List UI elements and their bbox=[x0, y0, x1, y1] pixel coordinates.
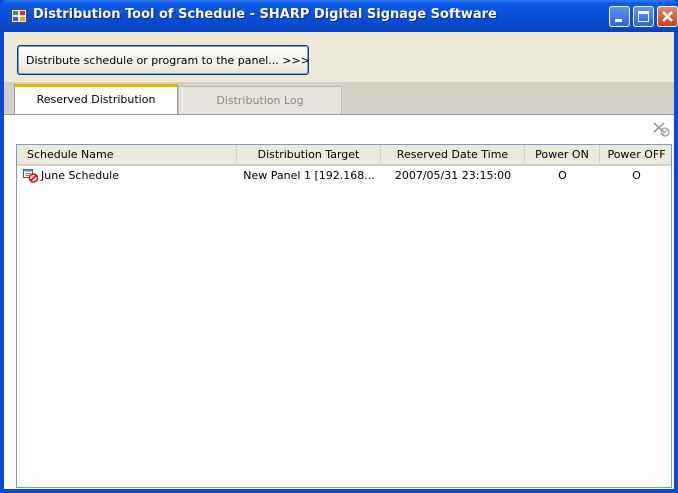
table-row[interactable]: June Schedule New Panel 1 [192.168... 20… bbox=[17, 167, 671, 185]
maximize-button[interactable] bbox=[633, 6, 654, 27]
reservation-list[interactable]: Schedule Name Distribution Target Reserv… bbox=[16, 144, 672, 488]
column-header-power-on[interactable]: Power ON bbox=[525, 145, 600, 164]
cell-reserved-date-time: 2007/05/31 23:15:00 bbox=[394, 169, 512, 182]
reserved-distribution-panel: Schedule Name Distribution Target Reserv… bbox=[4, 114, 674, 489]
minimize-button[interactable] bbox=[609, 6, 630, 27]
schedule-name-text: June Schedule bbox=[41, 169, 119, 182]
app-window: Distribution Tool of Schedule - SHARP Di… bbox=[0, 0, 678, 493]
app-icon[interactable] bbox=[11, 9, 27, 23]
distribute-button[interactable]: Distribute schedule or program to the pa… bbox=[17, 45, 310, 75]
title-bar[interactable]: Distribution Tool of Schedule - SHARP Di… bbox=[0, 0, 678, 32]
toolbar: Distribute schedule or program to the pa… bbox=[4, 32, 674, 80]
tab-distribution-log[interactable]: Distribution Log bbox=[178, 86, 342, 114]
cancel-reservation-icon[interactable] bbox=[652, 121, 670, 137]
minimize-icon bbox=[615, 19, 622, 22]
maximize-icon bbox=[638, 11, 649, 22]
client-area: Distribute schedule or program to the pa… bbox=[4, 32, 674, 489]
column-header-power-off[interactable]: Power OFF bbox=[600, 145, 671, 164]
column-header-reserved-date-time[interactable]: Reserved Date Time bbox=[381, 145, 525, 164]
cell-power-off: O bbox=[632, 169, 641, 182]
cell-power-on: O bbox=[558, 169, 567, 182]
tab-strip: Reserved Distribution Distribution Log bbox=[4, 82, 674, 114]
close-icon bbox=[662, 11, 673, 22]
column-header-schedule-name[interactable]: Schedule Name bbox=[17, 145, 237, 164]
list-header: Schedule Name Distribution Target Reserv… bbox=[17, 145, 671, 166]
cell-schedule-name: June Schedule bbox=[23, 167, 237, 185]
cell-distribution-target: New Panel 1 [192.168... bbox=[243, 169, 375, 182]
schedule-reserved-icon bbox=[23, 169, 39, 183]
window-title: Distribution Tool of Schedule - SHARP Di… bbox=[33, 7, 497, 22]
tab-reserved-distribution[interactable]: Reserved Distribution bbox=[14, 84, 178, 114]
close-button[interactable] bbox=[657, 6, 678, 27]
column-header-distribution-target[interactable]: Distribution Target bbox=[237, 145, 381, 164]
